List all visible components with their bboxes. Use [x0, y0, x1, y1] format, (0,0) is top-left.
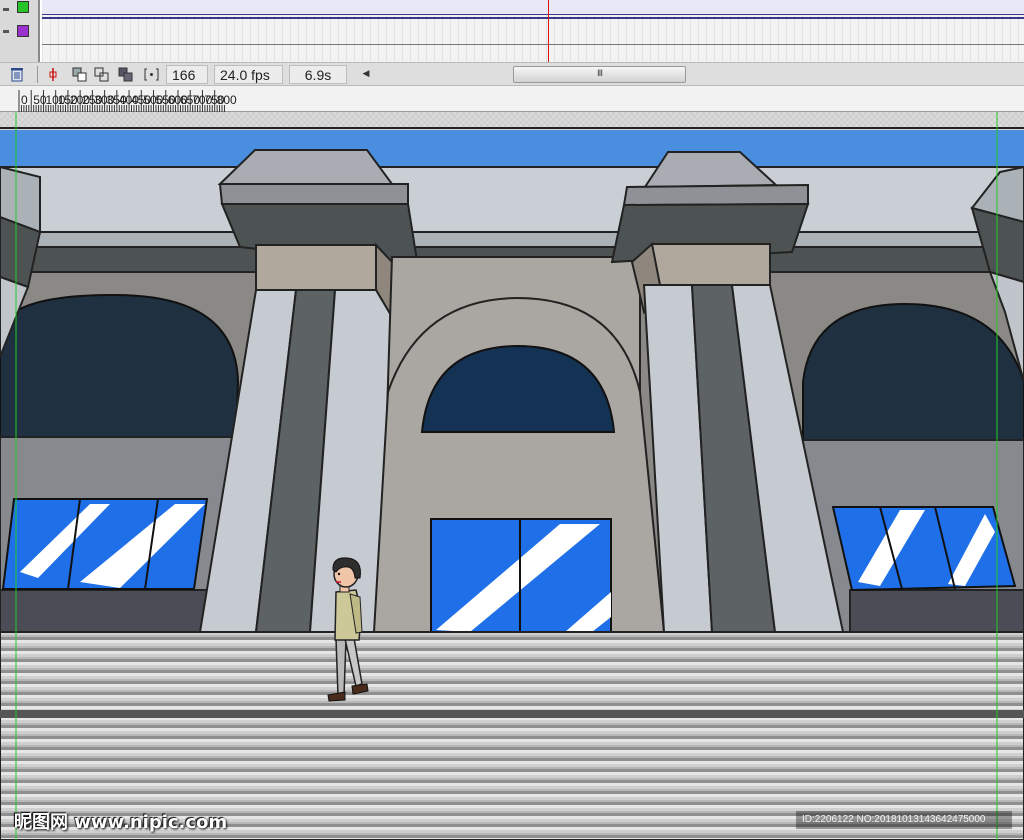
roof-band: [0, 166, 1024, 241]
edit-multiple-frames-icon[interactable]: [117, 66, 133, 82]
layer-list: [0, 0, 40, 62]
trash-icon[interactable]: [9, 66, 25, 82]
playhead[interactable]: [548, 0, 549, 62]
front-steps: [0, 631, 1024, 717]
layer-row[interactable]: [0, 0, 40, 20]
frame-rate-field[interactable]: 24.0 fps: [214, 65, 283, 84]
sky: [0, 130, 1024, 172]
layer-lock-dot[interactable]: [3, 30, 9, 33]
timeline-status-bar: 166 24.0 fps 6.9s ◀ III: [0, 62, 1024, 86]
scroll-left-arrow-icon[interactable]: ◀: [360, 67, 372, 82]
frame-grid[interactable]: [42, 0, 1024, 62]
horizontal-scrollbar-thumb[interactable]: III: [513, 66, 686, 83]
elapsed-time-field: 6.9s: [289, 65, 347, 84]
timeline-panel: [0, 0, 1024, 62]
left-arch-window: [0, 293, 240, 441]
watermark-id: ID:2206122 NO:20181013143642475000: [796, 811, 1012, 829]
center-frame-icon[interactable]: [45, 66, 61, 82]
watermark-logo: 昵图网 www.nipic.com: [14, 812, 228, 833]
pasteboard: [0, 112, 1024, 128]
layer-frames-row[interactable]: [42, 0, 1024, 15]
toolbar-separator: [37, 66, 38, 83]
horizontal-ruler: 0 50 100 150 200 250 300 350 400 450 500 550 600 650 7…: [0, 86, 1024, 112]
layer-lock-dot[interactable]: [3, 8, 9, 11]
onion-skin-icon[interactable]: [71, 66, 87, 82]
ruler-label: 0: [21, 93, 28, 107]
stage-canvas[interactable]: [0, 112, 1024, 840]
layer-row[interactable]: [0, 22, 40, 42]
layer-color-swatch[interactable]: [17, 1, 29, 13]
current-frame-field[interactable]: 166: [166, 65, 208, 84]
layer-frames-divider: [42, 17, 1024, 19]
modify-markers-icon[interactable]: [143, 66, 159, 82]
scene-artwork: [0, 112, 1024, 840]
ruler-ticks: 0 501001502002503003504004505005506006507…: [18, 90, 237, 112]
onion-skin-outlines-icon[interactable]: [93, 66, 109, 82]
layer-color-swatch[interactable]: [17, 25, 29, 37]
ruler-label: 800: [217, 93, 237, 107]
layer-frames-divider: [42, 44, 1024, 45]
